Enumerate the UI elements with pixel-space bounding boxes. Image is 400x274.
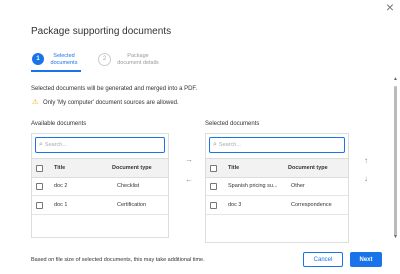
row-title: doc 2 [54,183,68,189]
step-2-label-line2: document details [117,60,159,66]
step-1-label-line2: documents [50,60,78,66]
row-checkbox[interactable] [210,201,217,209]
move-up-arrow-icon[interactable]: ↑ [364,156,368,165]
step-2-indicator: 2 [98,53,111,66]
search-icon: ⌕ [39,141,43,148]
next-button[interactable]: Next [350,252,382,267]
search-icon: ⌕ [213,141,217,148]
available-select-all-checkbox[interactable] [36,164,43,172]
dialog-title: Package supporting documents [31,26,172,37]
step-2-label-line1: Package [127,53,149,59]
row-title: doc 3 [228,202,242,208]
available-col-type[interactable]: Document type [112,159,152,177]
selected-search-input[interactable]: ⌕ Search... [209,137,345,153]
selected-select-all-checkbox[interactable] [210,164,217,172]
row-checkbox[interactable] [210,182,217,190]
row-checkbox[interactable] [36,182,43,190]
move-right-arrow-icon[interactable]: → [185,155,193,164]
move-down-arrow-icon[interactable]: ↓ [364,174,368,183]
step-2-label: Package document details [112,53,164,67]
available-documents-panel: ⌕ Search... Title Document type doc 2 Ch… [31,133,169,238]
row-checkbox[interactable] [36,201,43,209]
table-row[interactable]: doc 1 Certification [32,196,168,215]
selected-table-header: Title Document type [206,158,348,178]
selected-col-type[interactable]: Document type [288,159,328,177]
table-row[interactable]: doc 3 Correspondence [206,196,348,215]
selected-search-placeholder: Search... [218,142,241,148]
step-1-label[interactable]: Selected documents [50,53,78,67]
table-row[interactable]: Spanish pricing su... Other [206,177,348,196]
selected-col-title[interactable]: Title [228,159,239,177]
row-type: Correspondence [291,202,332,208]
scroll-up-icon[interactable]: ▲ [393,76,398,82]
dialog-scrollbar[interactable] [394,86,397,236]
merge-info-text: Selected documents will be generated and… [31,86,198,92]
active-step-underline [31,70,81,72]
selected-documents-panel: ⌕ Search... Title Document type Spanish … [205,133,349,243]
move-left-arrow-icon[interactable]: ← [185,175,193,184]
scroll-down-icon[interactable]: ▼ [393,234,398,240]
row-title: Spanish pricing su... [228,183,278,189]
available-documents-label: Available documents [31,121,87,127]
file-size-note: Based on file size of selected documents… [31,257,205,263]
row-type: Certification [117,202,147,208]
close-icon[interactable]: × [386,0,394,14]
available-search-input[interactable]: ⌕ Search... [35,137,165,153]
warning-icon: ⚠ [32,99,39,106]
cancel-button[interactable]: Cancel [303,252,343,267]
available-table-header: Title Document type [32,158,168,178]
step-1-indicator[interactable]: 1 [32,53,44,65]
row-type: Checklist [117,183,140,189]
available-col-title[interactable]: Title [54,159,65,177]
step-1-label-line1: Selected [53,53,75,59]
table-row[interactable]: doc 2 Checklist [32,177,168,196]
available-search-placeholder: Search... [44,142,67,148]
row-type: Other [291,183,305,189]
warning-text: Only 'My computer' document sources are … [43,100,179,106]
selected-documents-label: Selected documents [205,121,260,127]
row-title: doc 1 [54,202,68,208]
